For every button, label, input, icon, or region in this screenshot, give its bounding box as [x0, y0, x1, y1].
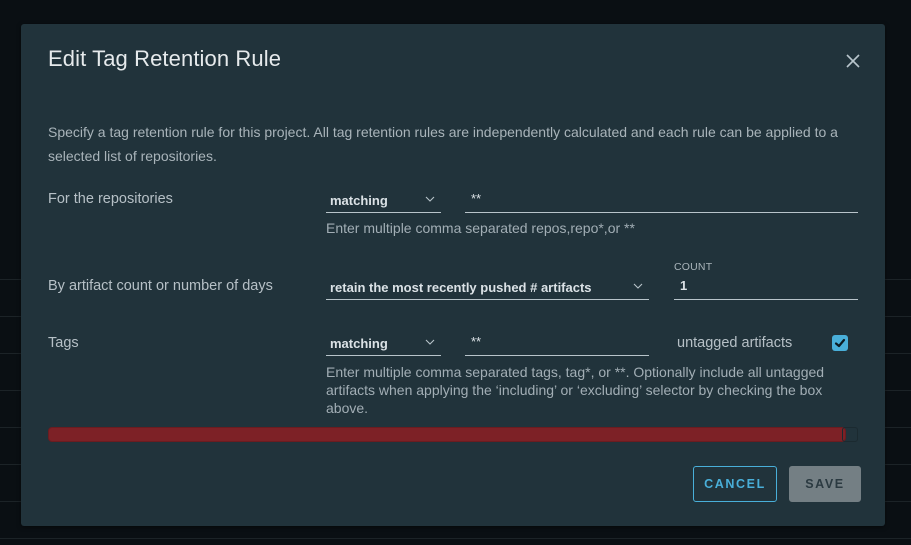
- save-button[interactable]: SAVE: [789, 466, 861, 502]
- retention-method-selector[interactable]: retain the most recently pushed # artifa…: [326, 275, 649, 300]
- chevron-down-icon: [425, 196, 435, 202]
- dialog-description: Specify a tag retention rule for this pr…: [48, 124, 838, 164]
- tags-selector[interactable]: matching: [326, 331, 441, 356]
- tags-selector-value: matching: [330, 336, 388, 351]
- chevron-down-icon: [633, 283, 643, 289]
- untagged-artifacts-label: untagged artifacts: [677, 335, 793, 351]
- repositories-selector-value: matching: [330, 193, 388, 208]
- checkmark-icon: [834, 338, 846, 348]
- count-label: COUNT: [674, 261, 713, 273]
- dialog-title: Edit Tag Retention Rule: [48, 46, 282, 71]
- repositories-label: For the repositories: [48, 191, 173, 207]
- tags-label: Tags: [48, 335, 79, 351]
- tags-pattern-input[interactable]: **: [465, 331, 649, 356]
- alert-close-button[interactable]: [842, 427, 858, 442]
- cancel-button[interactable]: CANCEL: [693, 466, 777, 502]
- close-button[interactable]: [843, 51, 863, 71]
- retention-method-value: retain the most recently pushed # artifa…: [330, 280, 592, 295]
- count-input[interactable]: 1: [674, 275, 858, 300]
- edit-tag-retention-dialog: Edit Tag Retention Rule Specify a tag re…: [21, 24, 885, 526]
- repositories-pattern-input[interactable]: **: [465, 188, 858, 213]
- background-row-divider: [0, 538, 911, 539]
- retention-label: By artifact count or number of days: [48, 278, 273, 294]
- repositories-selector[interactable]: matching: [326, 188, 441, 213]
- tags-helper-text: Enter multiple comma separated tags, tag…: [326, 364, 825, 416]
- error-alert: [48, 427, 846, 442]
- chevron-down-icon: [425, 339, 435, 345]
- close-icon: [846, 54, 860, 68]
- repositories-helper-text: Enter multiple comma separated repos,rep…: [326, 220, 635, 236]
- untagged-artifacts-checkbox[interactable]: [832, 335, 848, 351]
